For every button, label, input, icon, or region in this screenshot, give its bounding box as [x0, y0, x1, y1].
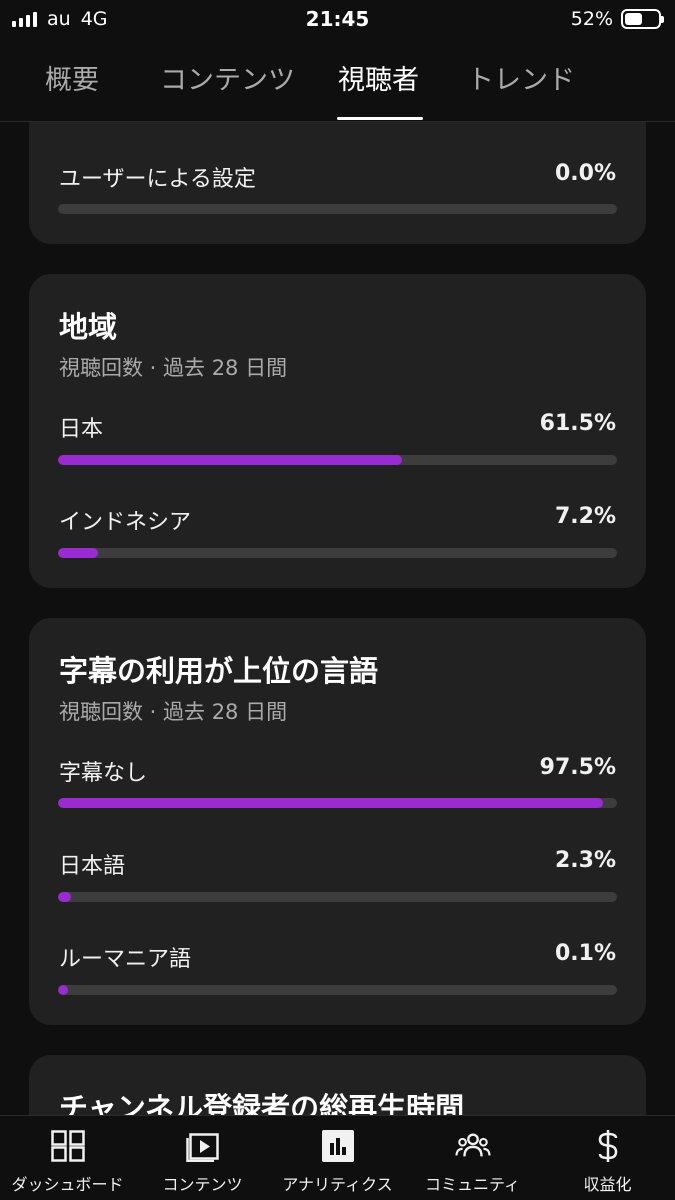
bar-fill-japanese: [58, 892, 71, 902]
tab-content[interactable]: コンテンツ: [160, 58, 295, 97]
status-bar: au 4G 52%: [0, 0, 675, 38]
bar-track-japan: [58, 455, 617, 465]
row-value-indonesia: 7.2%: [554, 504, 616, 529]
card-subtitle-languages: 字幕の利用が上位の言語 視聴回数 · 過去 28 日間 字幕なし 97.5% 日…: [29, 618, 646, 1025]
row-value-japan: 61.5%: [539, 411, 616, 436]
card-region: 地域 視聴回数 · 過去 28 日間 日本 61.5% インドネシア 7.2%: [29, 274, 646, 588]
network-label: 4G: [80, 8, 108, 30]
nav-dashboard[interactable]: ダッシュボード: [0, 1116, 135, 1200]
content-icon: [185, 1129, 221, 1163]
bar-track-no-subtitles: [58, 798, 617, 808]
bar-track-japanese: [58, 892, 617, 902]
bar-fill-romanian: [58, 985, 69, 995]
dollar-icon: [590, 1129, 626, 1163]
bar-fill-japan: [58, 455, 402, 465]
signal-icon: [12, 11, 37, 27]
row-label-japanese: 日本語: [59, 854, 126, 879]
analytics-icon: [320, 1129, 356, 1163]
nav-analytics[interactable]: アナリティクス: [270, 1116, 405, 1200]
carrier-label: au: [47, 8, 71, 30]
card-subtitle-region: 視聴回数 · 過去 28 日間: [59, 356, 288, 380]
battery-icon: [621, 9, 664, 29]
row-value-no-subtitles: 97.5%: [539, 755, 616, 780]
tab-audience[interactable]: 視聴者: [338, 58, 419, 97]
bar-fill-no-subtitles: [58, 798, 604, 808]
row-value-user-setting: 0.0%: [554, 161, 616, 186]
dashboard-icon: [50, 1129, 86, 1163]
nav-monetization[interactable]: 収益化: [540, 1116, 675, 1200]
bar-fill-indonesia: [58, 548, 99, 558]
card-subtitle-subtitle-languages: 視聴回数 · 過去 28 日間: [59, 700, 288, 724]
battery-percent: 52%: [570, 8, 613, 30]
top-tabs: 概要 コンテンツ 視聴者 トレンド: [0, 38, 675, 122]
tab-overview[interactable]: 概要: [45, 58, 99, 97]
card-title-region: 地域: [59, 310, 118, 344]
nav-label-analytics: アナリティクス: [282, 1175, 393, 1194]
row-label-user-setting: ユーザーによる設定: [59, 167, 256, 192]
bar-track-indonesia: [58, 548, 617, 558]
row-label-japan: 日本: [59, 417, 104, 442]
status-right: 52%: [570, 8, 664, 30]
active-tab-indicator: [337, 117, 423, 120]
tab-trends[interactable]: トレンド: [467, 58, 575, 97]
bottom-nav: ダッシュボード コンテンツ アナリティクス コミュニティ 収益化: [0, 1115, 675, 1200]
community-icon: [454, 1129, 491, 1163]
row-value-romanian: 0.1%: [554, 941, 616, 966]
bar-track-romanian: [58, 985, 617, 995]
row-label-romanian: ルーマニア語: [59, 947, 192, 972]
nav-label-monetization: 収益化: [583, 1175, 632, 1194]
nav-community[interactable]: コミュニティ: [405, 1116, 540, 1200]
nav-label-content: コンテンツ: [162, 1175, 243, 1194]
row-label-indonesia: インドネシア: [59, 510, 192, 535]
battery-level: [625, 13, 642, 25]
bar-track-user-setting: [58, 204, 617, 214]
nav-content[interactable]: コンテンツ: [135, 1116, 270, 1200]
status-left: au 4G: [12, 8, 108, 30]
row-label-no-subtitles: 字幕なし: [59, 761, 148, 786]
card-title-subtitle-languages: 字幕の利用が上位の言語: [59, 654, 379, 688]
row-value-japanese: 2.3%: [554, 848, 616, 873]
nav-label-dashboard: ダッシュボード: [11, 1175, 124, 1194]
nav-label-community: コミュニティ: [424, 1175, 521, 1194]
